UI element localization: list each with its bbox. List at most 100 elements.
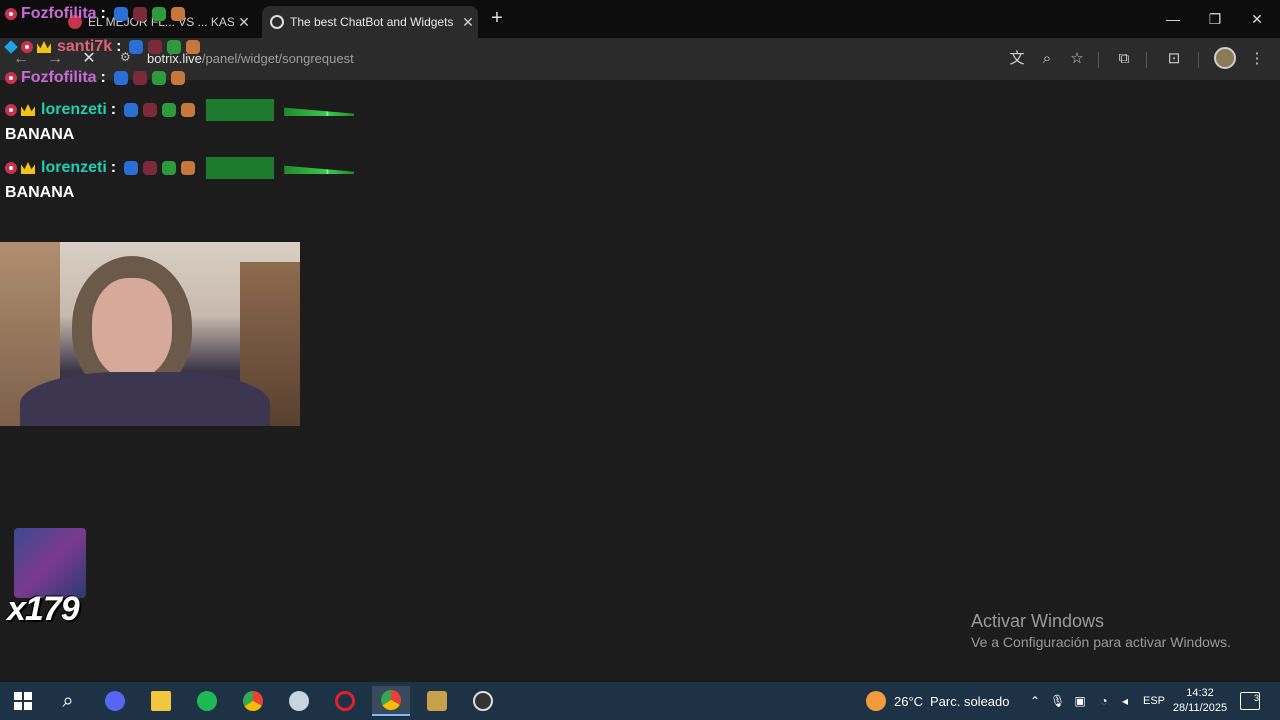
chat-line: lorenzeti :: [5, 157, 355, 179]
opera-icon[interactable]: [326, 686, 364, 716]
new-tab-icon[interactable]: +: [486, 8, 508, 30]
league-icon[interactable]: [418, 686, 456, 716]
chrome-icon[interactable]: [234, 686, 272, 716]
steam-icon[interactable]: [280, 686, 318, 716]
webcam-person-face: [92, 278, 172, 378]
emote-icon: [148, 40, 163, 54]
gem-badge-icon: [4, 40, 18, 54]
file-explorer-icon[interactable]: [142, 686, 180, 716]
chat-username: lorenzeti: [41, 101, 107, 118]
chat-colon: :: [116, 38, 122, 55]
sub-counter-image: [14, 528, 86, 598]
loading-favicon-icon: [270, 15, 284, 29]
emote-icon: [181, 103, 196, 117]
emote-icon: [181, 161, 196, 175]
emote-icon: [143, 161, 158, 175]
discord-icon[interactable]: [96, 686, 134, 716]
clock[interactable]: 14:32 28/11/2025: [1168, 686, 1232, 716]
divider: [1146, 52, 1147, 68]
language-indicator[interactable]: ESP: [1143, 695, 1165, 707]
start-icon[interactable]: [4, 686, 42, 716]
chat-colon: :: [100, 5, 106, 22]
subscriber-badge-icon: [5, 72, 17, 84]
chat-line: Fozfofilita :: [5, 69, 190, 87]
divider: [1198, 52, 1199, 68]
bookmark-star-icon[interactable]: ☆: [1066, 48, 1088, 70]
tab-active[interactable]: The best ChatBot and Widgets ✕: [262, 6, 478, 38]
screenshot-icon[interactable]: ⊡: [1163, 48, 1185, 70]
restore-icon[interactable]: ❐: [1194, 0, 1236, 38]
chat-colon: :: [110, 101, 117, 118]
emote-icon: [151, 71, 166, 85]
emote-icon: [167, 40, 182, 54]
clock-time: 14:32: [1186, 687, 1214, 699]
chat-username: santi7k: [57, 38, 113, 55]
green-banner-emote: [206, 157, 275, 179]
emote-icon: [170, 7, 185, 21]
emote-icon: [151, 7, 166, 21]
clock-date: 28/11/2025: [1172, 702, 1228, 714]
chat-username: lorenzeti: [41, 159, 107, 176]
address-bar[interactable]: ⚙ botrix.live/panel/widget/songrequest: [112, 44, 992, 74]
wave-emote: [284, 165, 355, 174]
chat-colon: :: [110, 159, 117, 176]
weather-icon[interactable]: [858, 686, 894, 716]
webcam-feed: [0, 242, 300, 426]
tray-app-icon[interactable]: ▣: [1073, 694, 1087, 708]
chrome-active-icon[interactable]: [372, 686, 410, 716]
weather-description[interactable]: Parc. soleado: [930, 694, 1010, 709]
zoom-icon[interactable]: ⌕: [1036, 48, 1058, 70]
emote-icon: [113, 71, 128, 85]
wifi-icon[interactable]: ◔: [1097, 694, 1111, 708]
chat-line: Fozfofilita :: [5, 5, 190, 23]
divider: [1098, 52, 1099, 68]
notification-center-icon[interactable]: 3: [1240, 692, 1260, 710]
crown-badge-icon: [21, 162, 35, 174]
close-tab-icon[interactable]: ✕: [458, 14, 478, 31]
microphone-icon[interactable]: 🎙: [1050, 694, 1065, 708]
crown-badge-icon: [21, 104, 35, 116]
tab-title: The best ChatBot and Widgets: [290, 15, 454, 29]
taskbar: ⌕ 26°C Parc. soleado ⌃ 🎙 ▣ ◔ ◂ ESP 14:32…: [0, 682, 1280, 720]
green-banner-emote: [206, 99, 275, 121]
emote-icon: [170, 71, 185, 85]
chat-line: lorenzeti :: [5, 99, 355, 121]
search-icon[interactable]: ⌕: [49, 686, 87, 716]
crown-badge-icon: [37, 41, 51, 53]
emote-icon: [113, 7, 128, 21]
emote-icon: [132, 7, 147, 21]
webcam-person-body: [20, 372, 270, 426]
activation-watermark-title: Activar Windows: [971, 611, 1105, 631]
profile-avatar[interactable]: [1214, 47, 1236, 69]
weather-temp[interactable]: 26°C: [894, 694, 923, 709]
subscriber-badge-icon: [5, 162, 17, 174]
emote-icon: [129, 40, 144, 54]
minimize-icon[interactable]: —: [1152, 0, 1194, 38]
close-window-icon[interactable]: ✕: [1236, 0, 1278, 38]
close-tab-icon[interactable]: ✕: [234, 14, 254, 31]
sub-counter-value: x179: [7, 590, 80, 628]
emote-icon: [162, 103, 177, 117]
chat-message: BANANA: [5, 126, 75, 143]
chat-line: santi7k :: [4, 38, 205, 56]
spotify-icon[interactable]: [188, 686, 226, 716]
translate-icon[interactable]: 文: [1006, 48, 1028, 70]
chat-colon: :: [100, 69, 106, 86]
emote-icon: [143, 103, 158, 117]
emote-icon: [132, 71, 147, 85]
volume-icon[interactable]: ◂: [1118, 694, 1132, 708]
extensions-icon[interactable]: ⧉: [1113, 48, 1135, 70]
browser-tab-strip: EL MEJOR FL... VS ... KAS F ✕ The best C…: [0, 0, 1280, 38]
obs-icon[interactable]: [464, 686, 502, 716]
sub-counter-widget: x179: [7, 528, 88, 632]
subscriber-badge-icon: [5, 8, 17, 20]
chevron-up-icon[interactable]: ⌃: [1028, 694, 1042, 708]
emote-icon: [186, 40, 201, 54]
subscriber-badge-icon: [21, 41, 33, 53]
emote-icon: [162, 161, 177, 175]
menu-dots-icon[interactable]: ⋮: [1246, 48, 1268, 70]
emote-icon: [124, 103, 139, 117]
chat-username: Fozfofilita: [21, 69, 97, 86]
subscriber-badge-icon: [5, 104, 17, 116]
chat-username: Fozfofilita: [21, 5, 97, 22]
